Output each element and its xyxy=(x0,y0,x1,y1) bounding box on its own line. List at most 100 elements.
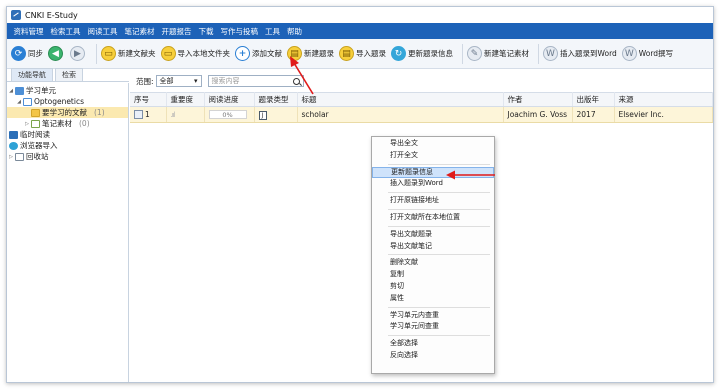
item-count: (0) xyxy=(79,119,90,128)
insert-word-button[interactable]: W 插入题录到Word xyxy=(543,46,617,61)
table-row[interactable]: 1 .ııl 0% J scholar Joachim G. Voss 2017… xyxy=(130,106,713,123)
importance-bars-icon: .ııl xyxy=(170,111,176,119)
back-button[interactable]: ◀ xyxy=(48,46,65,61)
row-checkbox[interactable] xyxy=(134,110,143,120)
sidebar-item-to-study[interactable]: 要学习的文献 (1) xyxy=(7,107,128,118)
menu-separator xyxy=(388,254,490,256)
filter-bar: 范围: 全部 ▾ 搜索内容 xyxy=(130,70,713,92)
dropdown-arrow-icon: ▾ xyxy=(194,77,198,85)
new-folder-button[interactable]: ▭ 新建文献夹 xyxy=(101,46,156,61)
sidebar-item-recycle-bin[interactable]: ▷ 回收站 xyxy=(7,151,128,162)
menu-export-notes[interactable]: 导出文献笔记 xyxy=(372,241,494,253)
word-write-icon: W xyxy=(621,46,637,61)
menu-export-record[interactable]: 导出文献题录 xyxy=(372,229,494,241)
menu-open-original-link[interactable]: 打开原链接地址 xyxy=(372,195,494,207)
new-folder-icon: ▭ xyxy=(101,46,116,61)
app-window: CNKI E-Study 资料管理 检索工具 阅读工具 笔记素材 开题报告 下载… xyxy=(6,6,714,383)
menu-cut[interactable]: 剪切 xyxy=(372,281,494,293)
cell-author: Joachim G. Voss xyxy=(503,106,573,123)
toolbar-separator xyxy=(96,43,97,64)
menu-item-download[interactable]: 下载 xyxy=(195,26,217,37)
item-count: (1) xyxy=(94,108,105,117)
sidebar-tabs: 功能导航 检索 xyxy=(7,68,129,82)
menu-delete[interactable]: 删除文献 xyxy=(372,257,494,269)
column-header-importance[interactable]: 重要度 xyxy=(166,92,205,107)
menu-copy[interactable]: 复制 xyxy=(372,269,494,281)
menu-separator xyxy=(388,335,490,337)
browser-icon xyxy=(9,141,18,150)
cell-source: Elsevier Inc. xyxy=(614,106,713,123)
menu-separator xyxy=(388,208,490,210)
menu-item-reading-tools[interactable]: 阅读工具 xyxy=(84,26,121,37)
tab-search[interactable]: 检索 xyxy=(55,68,83,81)
app-logo-icon xyxy=(11,10,21,20)
menu-select-all[interactable]: 全部选择 xyxy=(372,338,494,350)
sidebar-item-learning-unit[interactable]: ◢ 学习单元 xyxy=(7,85,128,96)
tab-navigation[interactable]: 功能导航 xyxy=(11,68,53,81)
menu-open-local-location[interactable]: 打开文献所在本地位置 xyxy=(372,212,494,224)
new-record-icon: ▤ xyxy=(287,46,302,61)
scope-select[interactable]: 全部 ▾ xyxy=(155,75,202,87)
menu-item-search-tools[interactable]: 检索工具 xyxy=(47,26,84,37)
menu-separator xyxy=(388,306,490,308)
back-arrow-icon: ◀ xyxy=(48,46,63,61)
menu-item-resource-management[interactable]: 资料管理 xyxy=(10,26,47,37)
add-document-button[interactable]: + 添加文献 xyxy=(235,46,282,61)
menu-properties[interactable]: 属性 xyxy=(372,293,494,305)
context-menu: 导出全文 打开全文 更新题录信息 插入题录到Word 打开原链接地址 打开文献所… xyxy=(371,136,495,374)
word-write-button[interactable]: W Word撰写 xyxy=(621,46,673,61)
import-record-button[interactable]: ▤ 导入题录 xyxy=(339,46,386,61)
sidebar-item-temp-reading[interactable]: 临时阅读 xyxy=(7,129,128,140)
menu-export-fulltext[interactable]: 导出全文 xyxy=(372,138,494,150)
collapse-arrow-icon[interactable]: ▷ xyxy=(7,154,15,160)
learning-unit-icon xyxy=(15,86,24,95)
notes-icon xyxy=(31,119,40,128)
cell-importance[interactable]: .ııl xyxy=(166,106,205,123)
sidebar-item-optogenetics[interactable]: ◢ Optogenetics xyxy=(7,96,128,107)
menu-dedupe-across-units[interactable]: 学习单元间查重 xyxy=(372,321,494,333)
folder-icon xyxy=(31,108,40,117)
sync-button[interactable]: ⟳ 同步 xyxy=(11,46,43,61)
column-header-author[interactable]: 作者 xyxy=(503,92,573,107)
update-record-button[interactable]: ↻ 更新题录信息 xyxy=(391,46,453,61)
sidebar-item-browser-import[interactable]: 浏览器导入 xyxy=(7,140,128,151)
search-icon[interactable] xyxy=(292,77,300,85)
new-note-button[interactable]: ✎ 新建笔记素材 xyxy=(467,46,529,61)
book-icon xyxy=(23,97,32,106)
menu-item-tools[interactable]: 工具 xyxy=(262,26,284,37)
column-header-year[interactable]: 出版年 xyxy=(572,92,615,107)
new-note-icon: ✎ xyxy=(467,46,482,61)
menu-invert-selection[interactable]: 反向选择 xyxy=(372,350,494,362)
forward-button[interactable]: ▶ xyxy=(70,46,87,61)
cell-year: 2017 xyxy=(572,106,615,123)
expand-arrow-icon[interactable]: ◢ xyxy=(15,99,23,105)
menu-update-record-info[interactable]: 更新题录信息 xyxy=(372,166,494,179)
update-record-icon: ↻ xyxy=(391,46,406,61)
menu-item-writing[interactable]: 写作与投稿 xyxy=(217,26,262,37)
column-header-type[interactable]: 题录类型 xyxy=(254,92,298,107)
sidebar-item-notes[interactable]: ▷ 笔记素材 (0) xyxy=(7,118,128,129)
menu-item-help[interactable]: 帮助 xyxy=(284,26,306,37)
menu-insert-record-word[interactable]: 插入题录到Word xyxy=(372,178,494,190)
menu-item-notes[interactable]: 笔记素材 xyxy=(121,26,158,37)
cell-index: 1 xyxy=(130,106,167,123)
search-input[interactable]: 搜索内容 xyxy=(207,75,304,87)
menu-item-proposal[interactable]: 开题报告 xyxy=(158,26,195,37)
menu-dedupe-within-unit[interactable]: 学习单元内查重 xyxy=(372,310,494,322)
cell-title[interactable]: scholar xyxy=(297,106,504,123)
forward-arrow-icon: ▶ xyxy=(70,46,85,61)
menu-separator xyxy=(388,225,490,227)
expand-arrow-icon[interactable]: ◢ xyxy=(7,88,15,94)
menu-open-fulltext[interactable]: 打开全文 xyxy=(372,150,494,162)
column-header-title[interactable]: 标题 xyxy=(297,92,504,107)
import-folder-button[interactable]: ▭ 导入本地文件夹 xyxy=(160,46,230,61)
add-icon: + xyxy=(235,46,250,61)
cell-type: J xyxy=(254,106,298,123)
title-bar: CNKI E-Study xyxy=(7,7,713,23)
toolbar: ⟳ 同步 ◀ ▶ ▭ 新建文献夹 ▭ 导入本地文件夹 + 添加文献 ▤ 新建题录… xyxy=(7,39,713,69)
column-header-index[interactable]: 序号 xyxy=(130,92,167,107)
column-header-progress[interactable]: 阅读进度 xyxy=(204,92,255,107)
column-header-source[interactable]: 来源 xyxy=(614,92,713,107)
new-record-button[interactable]: ▤ 新建题录 xyxy=(287,46,334,61)
collapse-arrow-icon[interactable]: ▷ xyxy=(23,121,31,127)
